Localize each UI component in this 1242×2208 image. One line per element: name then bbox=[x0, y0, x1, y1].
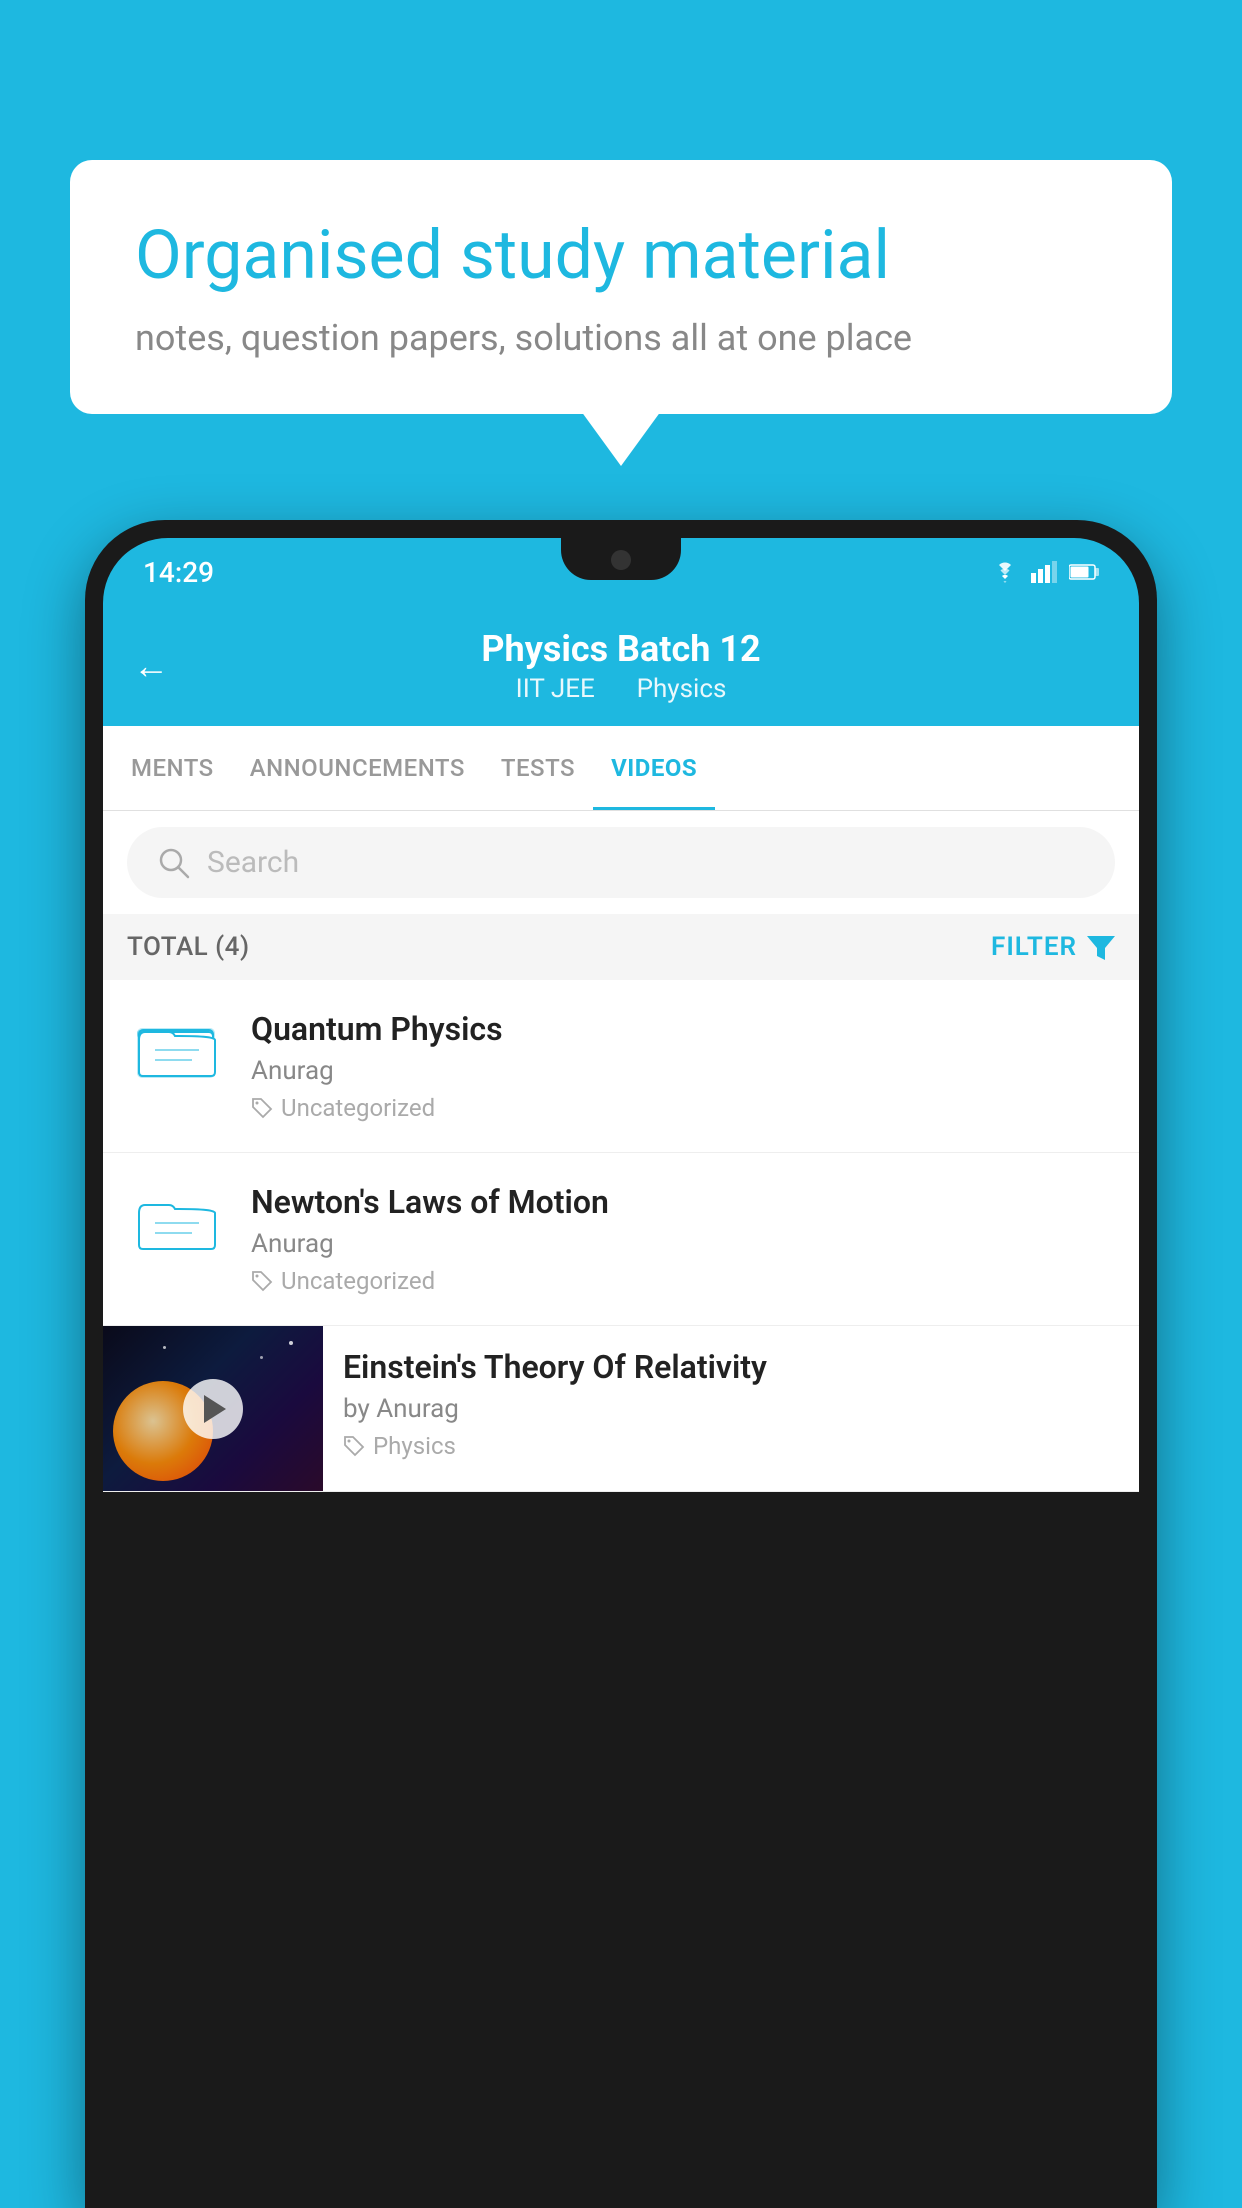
list-item[interactable]: Quantum Physics Anurag Uncategorized bbox=[103, 980, 1139, 1153]
play-triangle bbox=[204, 1395, 226, 1423]
content-area: Quantum Physics Anurag Uncategorized bbox=[103, 980, 1139, 1492]
tab-announcements[interactable]: ANNOUNCEMENTS bbox=[232, 726, 483, 810]
search-placeholder: Search bbox=[207, 845, 299, 880]
filter-button[interactable]: FILTER bbox=[991, 932, 1115, 962]
battery-icon bbox=[1069, 563, 1099, 581]
status-time: 14:29 bbox=[143, 556, 214, 589]
video-tag: Uncategorized bbox=[251, 1094, 1115, 1122]
list-item[interactable]: Einstein's Theory Of Relativity by Anura… bbox=[103, 1326, 1139, 1492]
tag-label: Uncategorized bbox=[281, 1267, 435, 1295]
tag-icon bbox=[251, 1097, 273, 1119]
status-bar: 14:29 bbox=[103, 538, 1139, 606]
bubble-title: Organised study material bbox=[135, 215, 1107, 297]
video-thumb-1 bbox=[127, 1010, 227, 1080]
phone-frame: 14:29 bbox=[85, 520, 1157, 2208]
wifi-icon bbox=[991, 561, 1019, 583]
speech-bubble: Organised study material notes, question… bbox=[70, 160, 1172, 414]
subtitle-part2: Physics bbox=[637, 674, 727, 704]
header-title-block: Physics Batch 12 IIT JEE Physics bbox=[481, 628, 760, 704]
signal-icon bbox=[1031, 561, 1057, 583]
subtitle-part1: IIT JEE bbox=[516, 674, 595, 704]
video-info-3: Einstein's Theory Of Relativity by Anura… bbox=[323, 1326, 1139, 1482]
video-thumb-2 bbox=[127, 1183, 227, 1253]
search-bar[interactable]: Search bbox=[127, 827, 1115, 898]
video-title: Quantum Physics bbox=[251, 1010, 1115, 1048]
back-button[interactable]: ← bbox=[133, 645, 169, 687]
video-info-2: Newton's Laws of Motion Anurag Uncategor… bbox=[251, 1183, 1115, 1295]
batch-subtitle: IIT JEE Physics bbox=[481, 674, 760, 704]
video-title: Einstein's Theory Of Relativity bbox=[343, 1348, 1119, 1386]
total-count: TOTAL (4) bbox=[127, 932, 250, 962]
play-button[interactable] bbox=[183, 1379, 243, 1439]
batch-title: Physics Batch 12 bbox=[481, 628, 760, 670]
video-title: Newton's Laws of Motion bbox=[251, 1183, 1115, 1221]
folder-icon bbox=[137, 1183, 217, 1253]
list-item[interactable]: Newton's Laws of Motion Anurag Uncategor… bbox=[103, 1153, 1139, 1326]
phone-screen: 14:29 bbox=[103, 538, 1139, 2190]
tag-icon bbox=[251, 1270, 273, 1292]
bubble-subtitle: notes, question papers, solutions all at… bbox=[135, 317, 1107, 359]
search-icon bbox=[157, 846, 191, 880]
filter-icon bbox=[1087, 934, 1115, 960]
tab-videos[interactable]: VIDEOS bbox=[593, 726, 715, 810]
video-info-1: Quantum Physics Anurag Uncategorized bbox=[251, 1010, 1115, 1122]
video-tag: Physics bbox=[343, 1432, 1119, 1460]
search-container: Search bbox=[103, 811, 1139, 914]
app-header: ← Physics Batch 12 IIT JEE Physics bbox=[103, 606, 1139, 726]
filter-label: FILTER bbox=[991, 932, 1077, 962]
video-tag: Uncategorized bbox=[251, 1267, 1115, 1295]
video-thumbnail bbox=[103, 1326, 323, 1491]
status-icons bbox=[991, 561, 1099, 583]
video-author: by Anurag bbox=[343, 1394, 1119, 1424]
tag-label: Uncategorized bbox=[281, 1094, 435, 1122]
tag-label: Physics bbox=[373, 1432, 456, 1460]
tabs-bar: MENTS ANNOUNCEMENTS TESTS VIDEOS bbox=[103, 726, 1139, 811]
filter-row: TOTAL (4) FILTER bbox=[103, 914, 1139, 980]
camera-notch bbox=[611, 550, 631, 570]
tab-tests[interactable]: TESTS bbox=[483, 726, 593, 810]
tab-ments[interactable]: MENTS bbox=[113, 726, 232, 810]
video-author: Anurag bbox=[251, 1056, 1115, 1086]
speech-bubble-section: Organised study material notes, question… bbox=[70, 160, 1172, 414]
folder-icon bbox=[137, 1010, 217, 1080]
notch bbox=[561, 538, 681, 580]
tag-icon bbox=[343, 1435, 365, 1457]
video-author: Anurag bbox=[251, 1229, 1115, 1259]
